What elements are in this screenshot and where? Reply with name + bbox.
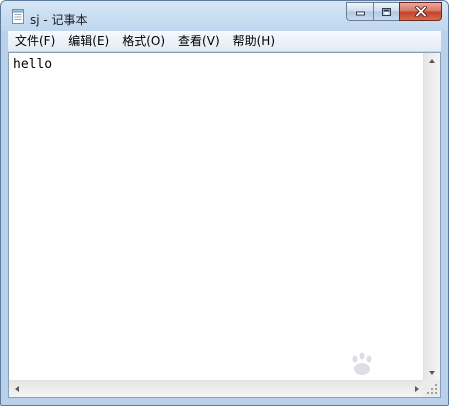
minimize-icon xyxy=(355,11,365,16)
menu-help[interactable]: 帮助(H) xyxy=(226,31,281,51)
menu-edit[interactable]: 编辑(E) xyxy=(61,31,115,51)
minimize-button[interactable] xyxy=(346,2,373,21)
notepad-window: sj - 记事本 文件(F) 编辑(E) 格式(O) 查看(V) 帮助(H) h… xyxy=(0,0,449,406)
horizontal-scrollbar[interactable] xyxy=(9,380,425,397)
menu-file[interactable]: 文件(F) xyxy=(8,31,61,51)
notepad-icon xyxy=(12,9,24,24)
chevron-right-icon xyxy=(415,386,419,392)
close-icon xyxy=(414,6,427,17)
menu-bar: 文件(F) 编辑(E) 格式(O) 查看(V) 帮助(H) xyxy=(8,31,441,52)
close-button[interactable] xyxy=(399,2,442,21)
scroll-down-button[interactable] xyxy=(424,364,441,381)
chevron-up-icon xyxy=(429,59,435,63)
window-title: sj - 记事本 xyxy=(30,13,88,27)
resize-grip-icon xyxy=(427,384,437,394)
maximize-icon xyxy=(382,7,391,16)
menu-view[interactable]: 查看(V) xyxy=(171,31,226,51)
scroll-left-button[interactable] xyxy=(9,381,26,398)
title-bar[interactable]: sj - 记事本 xyxy=(1,1,448,31)
size-grip[interactable] xyxy=(423,380,440,397)
maximize-button[interactable] xyxy=(373,2,399,21)
chevron-left-icon xyxy=(15,386,19,392)
text-editor[interactable]: hello xyxy=(9,53,425,381)
caption-buttons xyxy=(346,2,442,21)
vertical-scrollbar[interactable] xyxy=(423,53,440,381)
editor-frame: hello xyxy=(8,52,441,398)
scroll-up-button[interactable] xyxy=(424,53,441,70)
menu-format[interactable]: 格式(O) xyxy=(115,31,171,51)
chevron-down-icon xyxy=(429,371,435,375)
